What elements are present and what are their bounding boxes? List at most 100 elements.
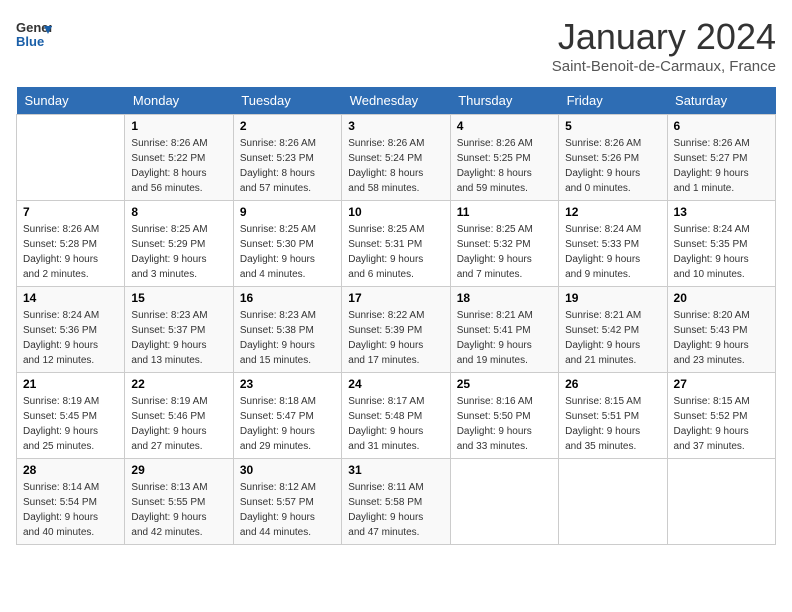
day-info: Sunrise: 8:23 AM Sunset: 5:38 PM Dayligh…	[240, 308, 335, 368]
calendar-cell: 10 Sunrise: 8:25 AM Sunset: 5:31 PM Dayli…	[342, 201, 450, 287]
day-number: 16	[240, 291, 335, 305]
calendar-cell: 18Sunrise: 8:21 AM Sunset: 5:41 PM Dayli…	[450, 287, 558, 373]
calendar-cell: 12 Sunrise: 8:24 AM Sunset: 5:33 PM Dayli…	[559, 201, 667, 287]
day-info: Sunrise: 8:26 AM Sunset: 5:28 PM Dayligh…	[23, 222, 118, 282]
day-number: 28	[23, 463, 118, 477]
day-info: Sunrise: 8:15 AM Sunset: 5:52 PM Dayligh…	[674, 394, 769, 454]
day-number: 8	[131, 205, 226, 219]
weekday-header-sunday: Sunday	[17, 87, 125, 115]
day-number: 10	[348, 205, 443, 219]
calendar-cell: 2Sunrise: 8:26 AM Sunset: 5:23 PM Daylig…	[233, 115, 341, 201]
weekday-header-saturday: Saturday	[667, 87, 775, 115]
day-info: Sunrise: 8:25 AM Sunset: 5:31 PM Dayligh…	[348, 222, 443, 282]
page-subtitle: Saint-Benoit-de-Carmaux, France	[552, 58, 776, 75]
day-number: 30	[240, 463, 335, 477]
day-number: 27	[674, 377, 769, 391]
day-info: Sunrise: 8:24 AM Sunset: 5:35 PM Dayligh…	[674, 222, 769, 282]
calendar-cell: 30 Sunrise: 8:12 AM Sunset: 5:57 PM Dayli…	[233, 459, 341, 545]
title-section: January 2024 Saint-Benoit-de-Carmaux, Fr…	[552, 16, 776, 75]
day-number: 12	[565, 205, 660, 219]
day-number: 3	[348, 119, 443, 133]
calendar-week-row: 28 Sunrise: 8:14 AM Sunset: 5:54 PM Dayli…	[17, 459, 776, 545]
day-info: Sunrise: 8:13 AM Sunset: 5:55 PM Dayligh…	[131, 480, 226, 540]
day-number: 21	[23, 377, 118, 391]
day-info: Sunrise: 8:24 AM Sunset: 5:36 PM Dayligh…	[23, 308, 118, 368]
day-info: Sunrise: 8:26 AM Sunset: 5:24 PM Dayligh…	[348, 136, 443, 196]
calendar-cell: 24 Sunrise: 8:17 AM Sunset: 5:48 PM Dayli…	[342, 373, 450, 459]
logo: General Blue	[16, 16, 52, 52]
calendar-cell: 28 Sunrise: 8:14 AM Sunset: 5:54 PM Dayli…	[17, 459, 125, 545]
day-number: 25	[457, 377, 552, 391]
day-info: Sunrise: 8:15 AM Sunset: 5:51 PM Dayligh…	[565, 394, 660, 454]
day-number: 22	[131, 377, 226, 391]
day-info: Sunrise: 8:11 AM Sunset: 5:58 PM Dayligh…	[348, 480, 443, 540]
day-info: Sunrise: 8:24 AM Sunset: 5:33 PM Dayligh…	[565, 222, 660, 282]
weekday-header-wednesday: Wednesday	[342, 87, 450, 115]
day-info: Sunrise: 8:21 AM Sunset: 5:41 PM Dayligh…	[457, 308, 552, 368]
calendar-cell: 13 Sunrise: 8:24 AM Sunset: 5:35 PM Dayli…	[667, 201, 775, 287]
calendar-cell: 16 Sunrise: 8:23 AM Sunset: 5:38 PM Dayli…	[233, 287, 341, 373]
calendar-cell: 20 Sunrise: 8:20 AM Sunset: 5:43 PM Dayli…	[667, 287, 775, 373]
day-number: 19	[565, 291, 660, 305]
calendar-cell: 31 Sunrise: 8:11 AM Sunset: 5:58 PM Dayli…	[342, 459, 450, 545]
day-info: Sunrise: 8:17 AM Sunset: 5:48 PM Dayligh…	[348, 394, 443, 454]
day-number: 20	[674, 291, 769, 305]
calendar-cell: 3 Sunrise: 8:26 AM Sunset: 5:24 PM Daylig…	[342, 115, 450, 201]
calendar-week-row: 14 Sunrise: 8:24 AM Sunset: 5:36 PM Dayli…	[17, 287, 776, 373]
day-info: Sunrise: 8:25 AM Sunset: 5:29 PM Dayligh…	[131, 222, 226, 282]
weekday-header-friday: Friday	[559, 87, 667, 115]
day-info: Sunrise: 8:21 AM Sunset: 5:42 PM Dayligh…	[565, 308, 660, 368]
day-number: 31	[348, 463, 443, 477]
calendar-cell: 14 Sunrise: 8:24 AM Sunset: 5:36 PM Dayli…	[17, 287, 125, 373]
calendar-cell: 7 Sunrise: 8:26 AM Sunset: 5:28 PM Daylig…	[17, 201, 125, 287]
calendar-cell: 17Sunrise: 8:22 AM Sunset: 5:39 PM Dayli…	[342, 287, 450, 373]
day-number: 5	[565, 119, 660, 133]
svg-text:Blue: Blue	[16, 34, 44, 49]
day-info: Sunrise: 8:26 AM Sunset: 5:23 PM Dayligh…	[240, 136, 335, 196]
day-info: Sunrise: 8:14 AM Sunset: 5:54 PM Dayligh…	[23, 480, 118, 540]
calendar-cell	[450, 459, 558, 545]
calendar-week-row: 21Sunrise: 8:19 AM Sunset: 5:45 PM Dayli…	[17, 373, 776, 459]
day-number: 4	[457, 119, 552, 133]
day-number: 7	[23, 205, 118, 219]
day-number: 14	[23, 291, 118, 305]
calendar-cell	[667, 459, 775, 545]
day-number: 23	[240, 377, 335, 391]
day-number: 15	[131, 291, 226, 305]
day-info: Sunrise: 8:20 AM Sunset: 5:43 PM Dayligh…	[674, 308, 769, 368]
header: General Blue January 2024 Saint-Benoit-d…	[16, 16, 776, 75]
day-number: 6	[674, 119, 769, 133]
day-number: 13	[674, 205, 769, 219]
day-number: 26	[565, 377, 660, 391]
calendar-cell: 5Sunrise: 8:26 AM Sunset: 5:26 PM Daylig…	[559, 115, 667, 201]
calendar-cell	[17, 115, 125, 201]
day-info: Sunrise: 8:26 AM Sunset: 5:25 PM Dayligh…	[457, 136, 552, 196]
calendar-week-row: 7 Sunrise: 8:26 AM Sunset: 5:28 PM Daylig…	[17, 201, 776, 287]
calendar-cell: 8 Sunrise: 8:25 AM Sunset: 5:29 PM Daylig…	[125, 201, 233, 287]
calendar-cell: 25Sunrise: 8:16 AM Sunset: 5:50 PM Dayli…	[450, 373, 558, 459]
day-info: Sunrise: 8:12 AM Sunset: 5:57 PM Dayligh…	[240, 480, 335, 540]
day-info: Sunrise: 8:19 AM Sunset: 5:46 PM Dayligh…	[131, 394, 226, 454]
calendar-cell: 26 Sunrise: 8:15 AM Sunset: 5:51 PM Dayli…	[559, 373, 667, 459]
day-info: Sunrise: 8:18 AM Sunset: 5:47 PM Dayligh…	[240, 394, 335, 454]
logo-icon: General Blue	[16, 16, 52, 52]
day-number: 9	[240, 205, 335, 219]
calendar-cell: 22 Sunrise: 8:19 AM Sunset: 5:46 PM Dayli…	[125, 373, 233, 459]
calendar-week-row: 1Sunrise: 8:26 AM Sunset: 5:22 PM Daylig…	[17, 115, 776, 201]
day-info: Sunrise: 8:23 AM Sunset: 5:37 PM Dayligh…	[131, 308, 226, 368]
calendar-table: SundayMondayTuesdayWednesdayThursdayFrid…	[16, 87, 776, 545]
weekday-header-monday: Monday	[125, 87, 233, 115]
weekday-header-thursday: Thursday	[450, 87, 558, 115]
day-info: Sunrise: 8:26 AM Sunset: 5:27 PM Dayligh…	[674, 136, 769, 196]
calendar-cell: 29Sunrise: 8:13 AM Sunset: 5:55 PM Dayli…	[125, 459, 233, 545]
calendar-cell: 27 Sunrise: 8:15 AM Sunset: 5:52 PM Dayli…	[667, 373, 775, 459]
day-info: Sunrise: 8:26 AM Sunset: 5:22 PM Dayligh…	[131, 136, 226, 196]
day-info: Sunrise: 8:22 AM Sunset: 5:39 PM Dayligh…	[348, 308, 443, 368]
calendar-cell: 15 Sunrise: 8:23 AM Sunset: 5:37 PM Dayli…	[125, 287, 233, 373]
calendar-cell: 1Sunrise: 8:26 AM Sunset: 5:22 PM Daylig…	[125, 115, 233, 201]
day-number: 24	[348, 377, 443, 391]
calendar-cell: 23 Sunrise: 8:18 AM Sunset: 5:47 PM Dayli…	[233, 373, 341, 459]
calendar-cell: 21Sunrise: 8:19 AM Sunset: 5:45 PM Dayli…	[17, 373, 125, 459]
calendar-cell: 11Sunrise: 8:25 AM Sunset: 5:32 PM Dayli…	[450, 201, 558, 287]
calendar-cell: 19 Sunrise: 8:21 AM Sunset: 5:42 PM Dayli…	[559, 287, 667, 373]
